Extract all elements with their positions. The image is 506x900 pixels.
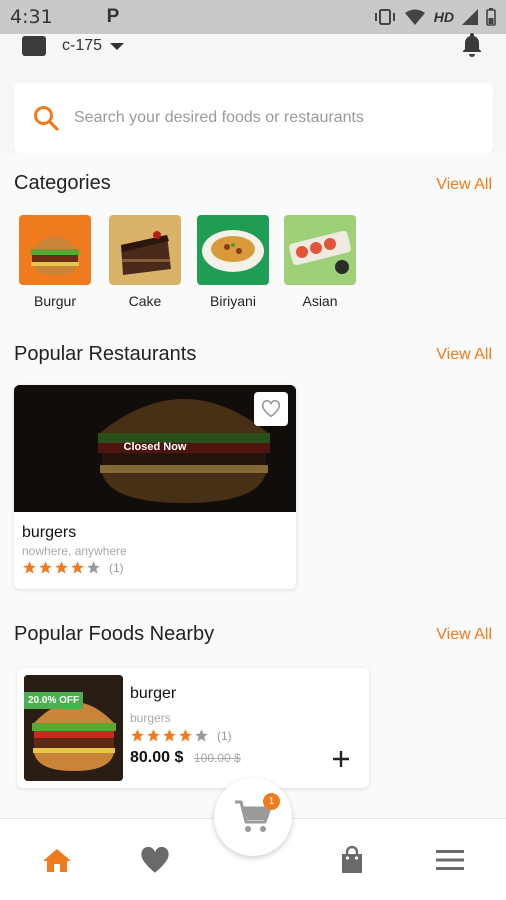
star-filled-icon <box>55 561 68 574</box>
shopping-bag-icon <box>342 846 362 873</box>
location-icon[interactable] <box>22 36 46 56</box>
discount-badge: 20.0% OFF <box>24 692 84 709</box>
search-icon <box>34 106 59 131</box>
nav-home[interactable] <box>37 845 77 875</box>
category-image-cake <box>109 215 181 285</box>
rating-count: (1) <box>217 728 232 743</box>
nav-menu[interactable] <box>430 845 470 875</box>
category-image-asian <box>284 215 356 285</box>
star-empty-icon <box>87 561 100 574</box>
category-label: Biriyani <box>210 293 256 309</box>
restaurant-rating: (1) <box>22 560 124 575</box>
foods-view-all-link[interactable]: View All <box>436 626 492 644</box>
nav-favorites[interactable] <box>135 845 175 875</box>
star-filled-icon <box>163 729 176 742</box>
categories-title: Categories <box>14 172 111 194</box>
food-original-price: 100.00 $ <box>194 751 241 765</box>
star-filled-icon <box>131 729 144 742</box>
categories-view-all-link[interactable]: View All <box>436 176 492 194</box>
food-price: 80.00 $ <box>130 749 184 766</box>
star-filled-icon <box>71 561 84 574</box>
status-icons: HD <box>374 8 496 26</box>
star-empty-icon <box>195 729 208 742</box>
popular-foods-title: Popular Foods Nearby <box>14 623 215 645</box>
rating-count: (1) <box>109 560 124 575</box>
chevron-down-icon[interactable] <box>110 42 125 50</box>
home-icon <box>43 849 71 872</box>
restaurant-name: burgers <box>22 524 77 541</box>
search-bar[interactable]: Search your desired foods or restaurants <box>14 83 493 153</box>
notification-bell-icon[interactable] <box>460 31 484 62</box>
popular-restaurants-title: Popular Restaurants <box>14 343 197 365</box>
location-selector[interactable]: c-175 <box>62 37 102 55</box>
cart-count-badge: 1 <box>263 793 280 810</box>
restaurant-image: Closed Now <box>14 385 296 512</box>
add-to-cart-button[interactable] <box>330 748 352 770</box>
category-item[interactable]: Asian <box>284 215 356 309</box>
restaurant-address: nowhere, anywhere <box>22 544 127 558</box>
favorite-button[interactable] <box>254 392 288 426</box>
closed-status-label: Closed Now <box>123 441 187 453</box>
category-label: Cake <box>128 293 162 309</box>
star-filled-icon <box>179 729 192 742</box>
signal-icon <box>462 9 478 25</box>
app-notification-icon: P <box>106 6 120 27</box>
category-item[interactable]: Burgur <box>19 215 91 309</box>
status-bar: 4:31 P HD <box>0 0 506 34</box>
star-filled-icon <box>23 561 36 574</box>
restaurants-view-all-link[interactable]: View All <box>436 346 492 364</box>
food-image: 20.0% OFF <box>24 675 123 781</box>
food-rating: (1) <box>130 728 232 743</box>
category-label: Asian <box>302 293 338 309</box>
vibrate-icon <box>374 9 395 25</box>
nav-orders[interactable] <box>332 845 372 875</box>
star-rating <box>130 728 209 743</box>
category-image-biriyani <box>197 215 269 285</box>
menu-icon <box>436 850 464 870</box>
star-filled-icon <box>147 729 160 742</box>
battery-icon <box>486 8 496 26</box>
heart-icon <box>141 846 169 873</box>
cart-button[interactable]: 1 <box>214 778 292 856</box>
food-restaurant-name: burgers <box>130 711 171 725</box>
restaurant-card[interactable]: Closed Now burgers nowhere, anywhere (1) <box>14 385 296 589</box>
heart-outline-icon <box>261 400 281 418</box>
app-header: c-175 <box>0 31 506 66</box>
category-item[interactable]: Cake <box>109 215 181 309</box>
star-rating <box>22 560 101 575</box>
network-type: HD <box>433 9 454 25</box>
search-input[interactable]: Search your desired foods or restaurants <box>74 109 364 127</box>
category-image-burger <box>19 215 91 285</box>
star-filled-icon <box>39 561 52 574</box>
plus-icon <box>333 751 349 767</box>
category-item[interactable]: Biriyani <box>197 215 269 309</box>
status-time: 4:31 <box>10 6 53 28</box>
category-label: Burgur <box>33 293 77 309</box>
wifi-icon <box>404 9 425 25</box>
food-card[interactable]: 20.0% OFF burger burgers (1) 80.00 $ 100… <box>17 668 369 788</box>
food-name: burger <box>130 685 177 702</box>
